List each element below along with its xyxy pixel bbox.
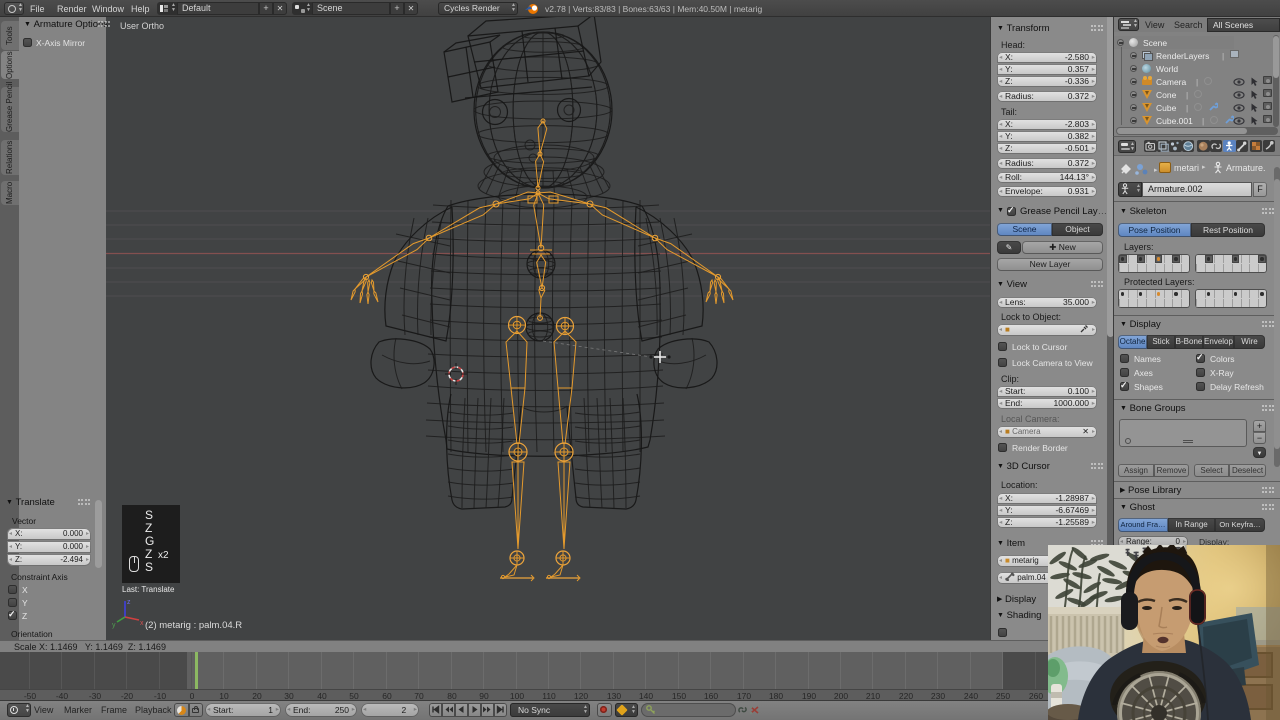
svg-text:z: z: [127, 599, 131, 606]
svg-text:▸: ▸: [1154, 167, 1158, 174]
svg-text:x: x: [140, 620, 144, 627]
svg-text:y: y: [112, 622, 116, 629]
